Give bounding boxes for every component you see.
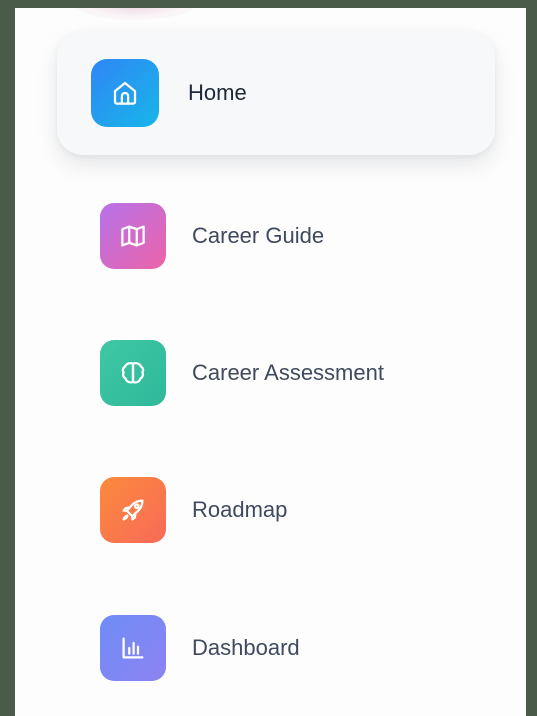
bar-chart-icon	[100, 615, 166, 681]
brain-icon	[100, 340, 166, 406]
sidebar-item-label: Dashboard	[192, 635, 300, 660]
home-icon	[91, 59, 159, 127]
sidebar-item-career-assessment[interactable]: Career Assessment	[100, 340, 480, 406]
decorative-glow	[75, 8, 195, 20]
sidebar-item-roadmap[interactable]: Roadmap	[100, 477, 480, 543]
sidebar-item-home[interactable]: Home	[57, 31, 495, 155]
sidebar-item-dashboard[interactable]: Dashboard	[100, 615, 480, 681]
sidebar-item-label: Roadmap	[192, 497, 288, 522]
sidebar-item-label: Career Assessment	[192, 360, 384, 385]
sidebar-item-label: Home	[188, 80, 247, 105]
sidebar-panel: Home Career Guide Career Assessment Road…	[15, 8, 526, 716]
map-icon	[100, 203, 166, 269]
sidebar-item-label: Career Guide	[192, 223, 325, 248]
rocket-icon	[100, 477, 166, 543]
sidebar-item-career-guide[interactable]: Career Guide	[100, 203, 480, 269]
